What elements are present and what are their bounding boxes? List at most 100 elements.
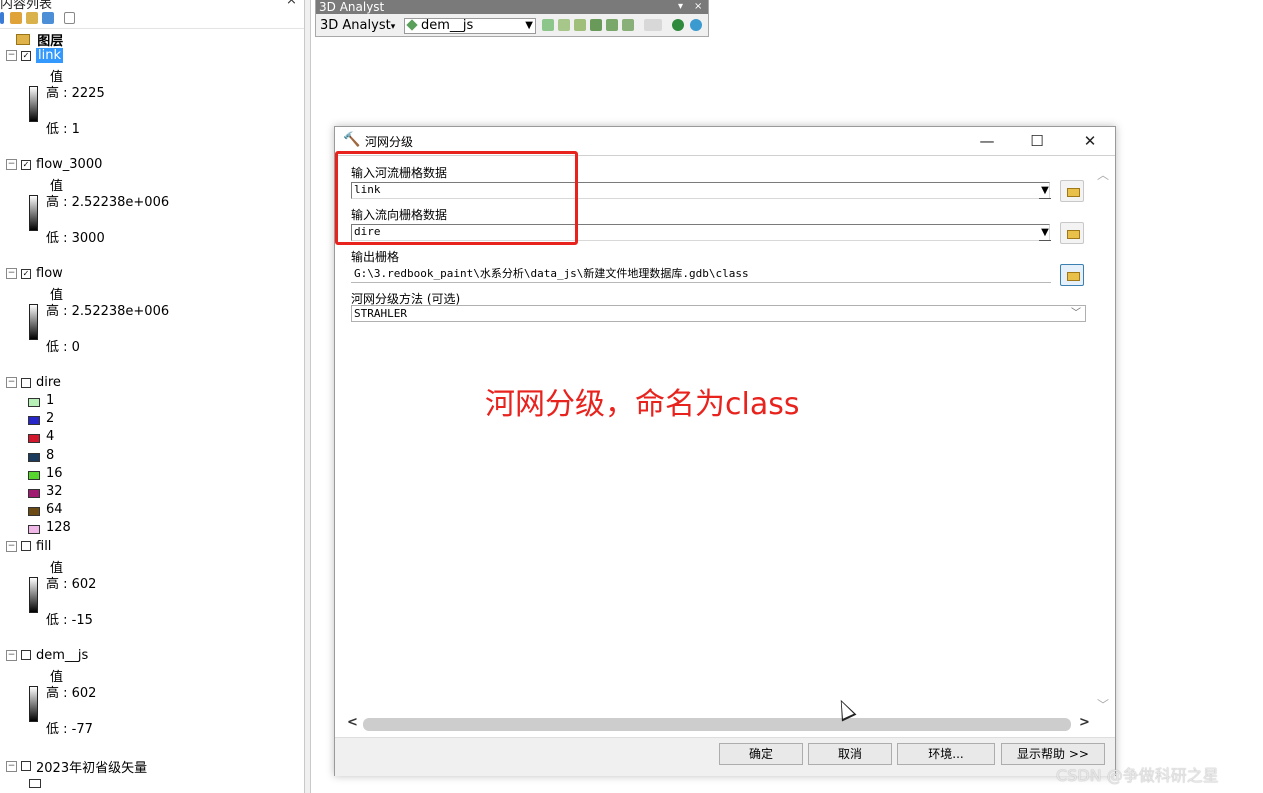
environments-button[interactable]: 环境...	[897, 743, 995, 765]
legend-class-swatch	[28, 434, 40, 444]
minimize-button[interactable]: —	[967, 129, 1007, 153]
contour-icon[interactable]	[542, 19, 554, 31]
output-raster-browse-button[interactable]	[1060, 264, 1084, 286]
highlight-box	[335, 151, 578, 245]
legend-low-label: 低 : 0	[46, 340, 80, 355]
legend-high-label: 高 : 2225	[46, 86, 105, 101]
toc-layer-row[interactable]: − ✓ flow	[6, 266, 63, 284]
legend-low-label: 低 : -77	[46, 721, 93, 737]
raster-layer-icon	[406, 19, 418, 31]
input-stream-dropdown-icon[interactable]: ▼	[1039, 182, 1051, 199]
maximize-button[interactable]: ☐	[1017, 129, 1057, 153]
toc-layer-row[interactable]: − dire	[6, 375, 61, 393]
horizontal-scrollbar[interactable]: < >	[343, 715, 1091, 733]
steepest-path-icon[interactable]	[558, 19, 570, 31]
scroll-right-icon[interactable]: >	[1079, 715, 1090, 730]
layer-visibility-checkbox[interactable]: ✓	[21, 268, 31, 279]
legend-high-label: 高 : 602	[46, 685, 97, 701]
toc-layer-row[interactable]: − 2023年初省级矢量	[6, 757, 147, 776]
toolbar-options-icon[interactable]: ▾	[678, 0, 683, 14]
list-by-drawing-order-icon[interactable]	[0, 12, 4, 24]
ok-button[interactable]: 确定	[719, 743, 803, 765]
cancel-button[interactable]: 取消	[808, 743, 892, 765]
list-by-source-icon[interactable]	[10, 12, 22, 24]
layer-name: dem__js	[36, 647, 89, 663]
color-ramp-swatch	[29, 304, 38, 340]
input-direction-browse-button[interactable]	[1060, 222, 1084, 244]
dialog-title: 河网分级	[365, 135, 414, 149]
panel-splitter[interactable]	[304, 0, 311, 793]
legend-class-label: 4	[46, 429, 55, 445]
expand-collapse-icon[interactable]: −	[6, 50, 17, 61]
layer-name: flow	[36, 266, 63, 281]
folder-icon	[1067, 188, 1080, 197]
legend-class-label: 32	[46, 484, 63, 499]
expand-collapse-icon[interactable]: −	[6, 268, 17, 279]
scroll-up-icon[interactable]: ︿	[1097, 166, 1109, 183]
layer-visibility-checkbox[interactable]	[21, 650, 31, 661]
toolbar-close-icon[interactable]: ×	[694, 0, 702, 14]
legend-high-label: 高 : 2.52238e+006	[46, 304, 170, 319]
legend-symbol-swatch	[29, 778, 41, 788]
layer-visibility-checkbox[interactable]	[21, 541, 31, 552]
toc-root-label: 图层	[37, 34, 64, 49]
chevron-down-icon: ﹀	[1071, 308, 1081, 319]
legend-low-label: 低 : 1	[46, 122, 80, 137]
legend-class-swatch	[28, 452, 40, 462]
watermark: CSDN @争做科研之星	[1056, 766, 1219, 785]
output-raster-field[interactable]: G:\3.redbook_paint\水系分析\data_js\新建文件地理数据…	[351, 266, 1051, 283]
expand-collapse-icon[interactable]: −	[6, 649, 17, 661]
legend-low-label: 低 : 3000	[46, 231, 105, 246]
layer-visibility-checkbox[interactable]: ✓	[21, 50, 31, 61]
profile-graph-icon[interactable]	[644, 19, 662, 31]
close-button[interactable]: ✕	[1070, 129, 1110, 153]
toc-layer-row[interactable]: − ✓ flow_3000	[6, 157, 102, 175]
layer-name: fill	[36, 538, 52, 554]
interpolate-polygon-icon[interactable]	[622, 19, 634, 31]
folder-icon	[1067, 272, 1080, 281]
method-select[interactable]: STRAHLER ﹀	[351, 305, 1086, 322]
color-ramp-swatch	[29, 576, 38, 613]
interpolate-point-icon[interactable]	[590, 19, 602, 31]
input-direction-dropdown-icon[interactable]: ▼	[1039, 224, 1051, 241]
arcglobe-icon[interactable]	[690, 19, 702, 31]
list-by-visibility-icon[interactable]	[26, 12, 38, 24]
layer-combo[interactable]: dem__js ▼	[404, 18, 536, 34]
layer-name: flow_3000	[36, 157, 103, 172]
legend-low-label: 低 : -15	[46, 612, 93, 628]
toc-layer-row[interactable]: − fill	[6, 539, 51, 557]
toolbar-titlebar[interactable]: 3D Analyst ▾ ×	[316, 0, 708, 14]
3d-analyst-menu[interactable]: 3D Analyst▾	[320, 18, 395, 33]
expand-collapse-icon[interactable]: −	[6, 159, 17, 170]
legend-class-swatch	[28, 398, 40, 407]
scroll-down-icon[interactable]: ﹀	[1097, 696, 1109, 713]
list-by-selection-icon[interactable]	[42, 12, 54, 24]
interpolate-line-icon[interactable]	[606, 19, 618, 31]
expand-collapse-icon[interactable]: −	[6, 540, 17, 552]
toolbar-title: 3D Analyst	[319, 0, 385, 14]
expand-collapse-icon[interactable]: −	[6, 377, 17, 388]
legend-class-label: 16	[46, 465, 63, 481]
input-stream-browse-button[interactable]	[1060, 180, 1084, 202]
output-raster-label: 输出栅格	[351, 250, 400, 264]
combo-dropdown-icon[interactable]: ▼	[525, 19, 533, 33]
arcscene-icon[interactable]	[672, 19, 684, 31]
layer-visibility-checkbox[interactable]: ✓	[21, 159, 31, 170]
scrollbar-thumb[interactable]	[363, 718, 1071, 731]
color-ramp-swatch	[29, 685, 38, 722]
expand-collapse-icon[interactable]: −	[6, 760, 17, 772]
method-select-value: STRAHLER	[354, 307, 407, 320]
legend-high-label: 高 : 2.52238e+006	[46, 195, 170, 210]
layer-visibility-checkbox[interactable]	[21, 377, 31, 388]
toc-layer-row[interactable]: − ✓ link	[6, 48, 63, 66]
toc-layer-row[interactable]: − dem__js	[6, 648, 88, 666]
toc-close-icon[interactable]: ×	[286, 0, 297, 8]
toc-options-icon[interactable]	[64, 12, 75, 24]
legend-high-label: 高 : 602	[46, 576, 97, 592]
toc-root-layers[interactable]: 图层	[6, 30, 64, 49]
scroll-left-icon[interactable]: <	[347, 715, 358, 730]
legend-class-swatch	[28, 416, 40, 426]
line-of-sight-icon[interactable]	[574, 19, 586, 31]
toc-divider	[0, 28, 304, 29]
layer-visibility-checkbox[interactable]	[21, 761, 31, 772]
